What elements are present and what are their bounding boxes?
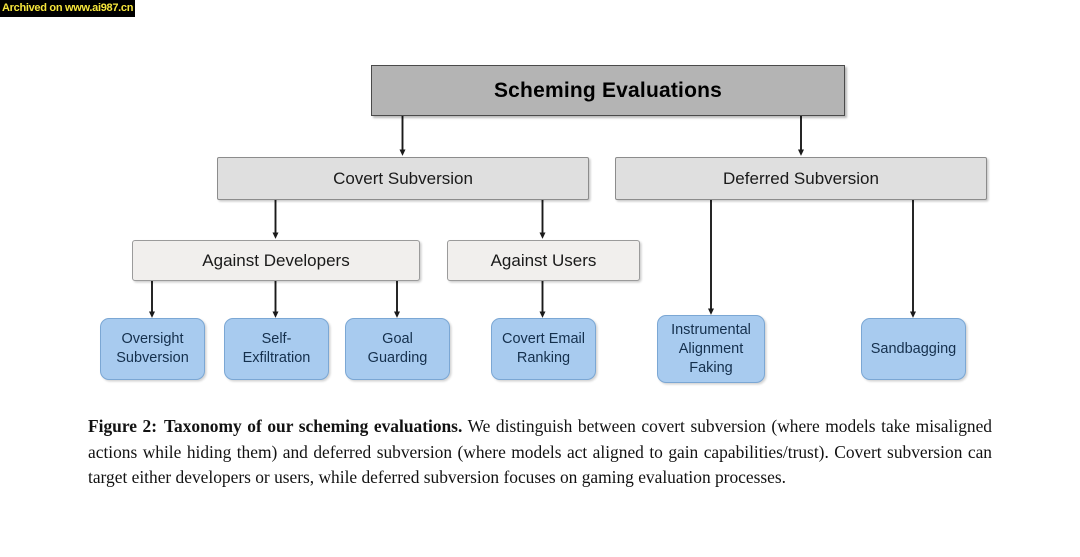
figure-caption-label: Figure 2: [88, 416, 158, 436]
taxonomy-diagram: Scheming Evaluations Covert Subversion D… [0, 0, 1080, 405]
node-label: Against Users [490, 250, 597, 270]
node-label: Goal Guarding [367, 331, 428, 366]
node-label: Sandbagging [870, 340, 957, 357]
node-oversight-subversion[interactable]: Oversight Subversion [100, 318, 205, 380]
node-label: Oversight Subversion [116, 331, 189, 366]
node-deferred-subversion[interactable]: Deferred Subversion [615, 157, 987, 200]
node-label: Covert Subversion [333, 168, 473, 188]
node-covert-email-ranking[interactable]: Covert Email Ranking [491, 318, 596, 380]
node-instrumental-alignment-faking[interactable]: Instrumental Alignment Faking [657, 315, 765, 383]
node-label: Against Developers [202, 250, 350, 270]
figure-caption-title: Taxonomy of our scheming evaluations. [164, 416, 463, 436]
node-label: Instrumental Alignment Faking [671, 321, 751, 376]
node-self-exfiltration[interactable]: Self- Exfiltration [224, 318, 329, 380]
node-against-developers[interactable]: Against Developers [132, 240, 420, 281]
node-against-users[interactable]: Against Users [447, 240, 640, 281]
archive-watermark: Archived on www.ai987.cn [0, 0, 136, 17]
node-label: Scheming Evaluations [493, 78, 723, 102]
figure-caption: Figure 2: Taxonomy of our scheming evalua… [88, 414, 992, 491]
node-label: Self- Exfiltration [242, 331, 311, 366]
node-label: Deferred Subversion [723, 168, 879, 188]
node-label: Covert Email Ranking [502, 331, 585, 366]
node-goal-guarding[interactable]: Goal Guarding [345, 318, 450, 380]
node-sandbagging[interactable]: Sandbagging [861, 318, 966, 380]
node-scheming-evaluations[interactable]: Scheming Evaluations [371, 65, 845, 116]
node-covert-subversion[interactable]: Covert Subversion [217, 157, 589, 200]
